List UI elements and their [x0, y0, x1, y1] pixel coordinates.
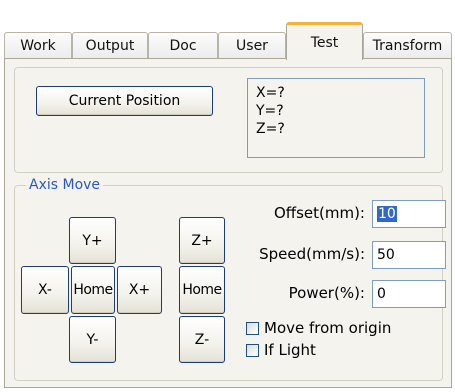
move-from-origin-label: Move from origin — [264, 319, 392, 337]
position-readout: X=? Y=? Z=? — [247, 78, 425, 158]
tab-test[interactable]: Test — [286, 22, 363, 60]
home-xy-button[interactable]: Home — [71, 266, 115, 314]
tab-doc[interactable]: Doc — [148, 32, 218, 59]
x-plus-button[interactable]: X+ — [117, 266, 162, 314]
if-light-checkbox[interactable]: If Light — [246, 341, 316, 359]
offset-value: 10 — [377, 206, 397, 222]
axis-move-title: Axis Move — [26, 177, 104, 193]
offset-label: Offset(mm): — [273, 204, 365, 222]
move-from-origin-checkbox[interactable]: Move from origin — [246, 319, 391, 337]
if-light-label: If Light — [264, 341, 316, 359]
home-z-button[interactable]: Home — [179, 266, 225, 314]
speed-label: Speed(mm/s): — [259, 245, 365, 263]
y-minus-button[interactable]: Y- — [69, 316, 116, 363]
z-minus-button[interactable]: Z- — [179, 316, 225, 363]
move-from-origin-box[interactable] — [246, 321, 259, 335]
position-group: Current Position X=? Y=? Z=? — [14, 67, 443, 173]
power-input[interactable]: 0 — [372, 280, 446, 308]
power-label: Power(%): — [288, 284, 365, 302]
position-x: X=? — [256, 85, 285, 101]
y-plus-button[interactable]: Y+ — [69, 217, 116, 264]
position-y: Y=? — [256, 103, 284, 119]
tab-work[interactable]: Work — [4, 32, 72, 59]
if-light-box[interactable] — [246, 343, 259, 357]
tab-transform[interactable]: Transform — [363, 32, 452, 59]
axis-move-group: Axis Move Y+ X- Home X+ Y- Z+ Home Z- Of… — [14, 177, 446, 381]
z-plus-button[interactable]: Z+ — [179, 217, 225, 264]
tab-user[interactable]: User — [218, 32, 286, 59]
speed-input[interactable]: 50 — [372, 241, 446, 269]
current-position-button[interactable]: Current Position — [36, 86, 213, 116]
position-z: Z=? — [256, 121, 285, 137]
test-panel: Current Position X=? Y=? Z=? Axis Move Y… — [4, 58, 452, 388]
offset-input[interactable]: 10 — [372, 200, 446, 228]
tab-output[interactable]: Output — [72, 32, 148, 59]
x-minus-button[interactable]: X- — [21, 266, 69, 314]
tab-bar: Work Output Doc User Test Transform — [4, 22, 452, 60]
